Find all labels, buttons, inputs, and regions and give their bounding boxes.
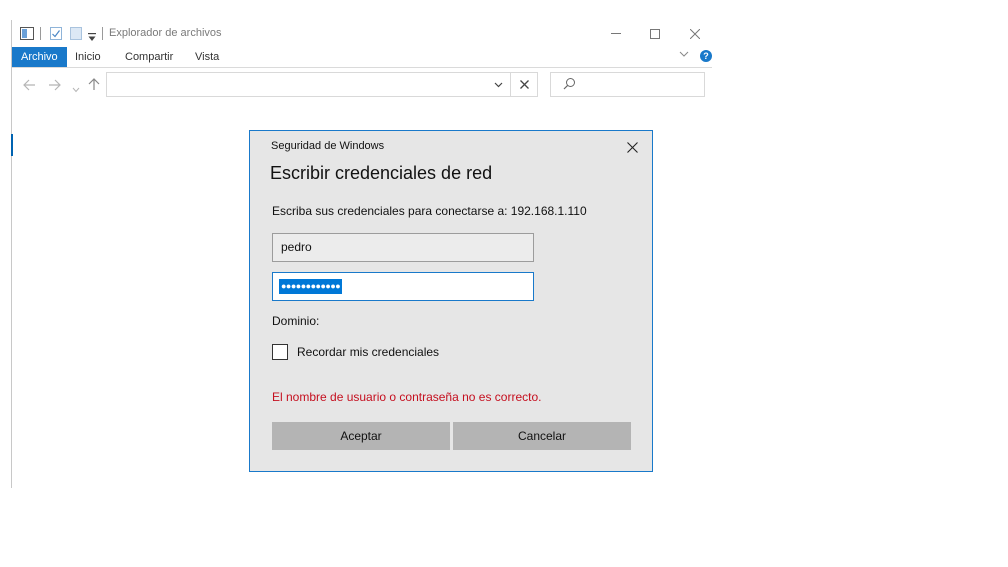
tab-vista[interactable]: Vista [186, 47, 228, 67]
navigation-pane-accent [11, 134, 13, 156]
dialog-title: Escribir credenciales de red [270, 163, 493, 183]
explorer-app-icon [20, 27, 34, 40]
tab-inicio[interactable]: Inicio [66, 47, 110, 67]
desktop: Explorador de archivos Archivo Inicio Co… [0, 0, 1008, 567]
chevron-down-icon [494, 82, 502, 87]
error-message: El nombre de usuario o contraseña no es … [272, 390, 542, 404]
window-left-border [11, 20, 12, 488]
ribbon-tabs: Archivo Inicio Compartir Vista ? [12, 47, 712, 68]
password-mask: ●●●●●●●●●●●● [279, 279, 343, 294]
tab-archivo[interactable]: Archivo [12, 47, 67, 67]
up-button[interactable] [88, 78, 100, 94]
close-window-button[interactable] [677, 23, 713, 45]
recent-locations-button[interactable] [72, 80, 80, 96]
dialog-caption: Seguridad de Windows [271, 140, 385, 152]
chevron-down-icon [72, 87, 80, 93]
cancel-button[interactable]: Cancelar [453, 422, 631, 450]
window-title: Explorador de archivos [109, 27, 222, 39]
maximize-icon [650, 29, 660, 39]
close-icon [626, 141, 638, 153]
remember-credentials-checkbox[interactable] [272, 344, 288, 360]
minimize-button[interactable] [598, 23, 634, 45]
up-arrow-icon [88, 78, 100, 90]
password-field[interactable]: ●●●●●●●●●●●● [272, 272, 534, 301]
expand-ribbon-icon[interactable] [679, 49, 689, 61]
maximize-button[interactable] [637, 23, 673, 45]
credentials-dialog: Seguridad de Windows Escribir credencial… [249, 130, 653, 472]
close-icon [519, 80, 529, 89]
dialog-instruction: Escriba sus credenciales para conectarse… [272, 204, 587, 218]
address-bar[interactable] [106, 72, 538, 97]
username-field[interactable]: pedro [272, 233, 534, 262]
dialog-close-button[interactable] [620, 137, 644, 157]
new-folder-icon[interactable] [70, 27, 82, 40]
search-input[interactable] [550, 72, 705, 97]
properties-icon[interactable] [50, 27, 62, 40]
tab-compartir[interactable]: Compartir [116, 47, 182, 67]
remember-credentials-label[interactable]: Recordar mis credenciales [297, 345, 439, 359]
address-clear-button[interactable] [510, 73, 537, 96]
close-icon [690, 29, 700, 39]
explorer-titlebar[interactable]: Explorador de archivos [12, 20, 712, 46]
back-arrow-icon [23, 79, 35, 91]
address-dropdown-button[interactable] [485, 73, 511, 96]
qat-separator [40, 27, 41, 40]
back-button[interactable] [23, 78, 36, 94]
customize-qat-icon[interactable] [88, 29, 96, 42]
minimize-icon [611, 33, 621, 34]
qat-separator [102, 27, 103, 40]
domain-label: Dominio: [272, 314, 320, 328]
search-icon [563, 77, 576, 95]
forward-button[interactable] [48, 78, 61, 94]
help-button[interactable]: ? [700, 50, 712, 62]
forward-arrow-icon [49, 79, 61, 91]
ok-button[interactable]: Aceptar [272, 422, 450, 450]
